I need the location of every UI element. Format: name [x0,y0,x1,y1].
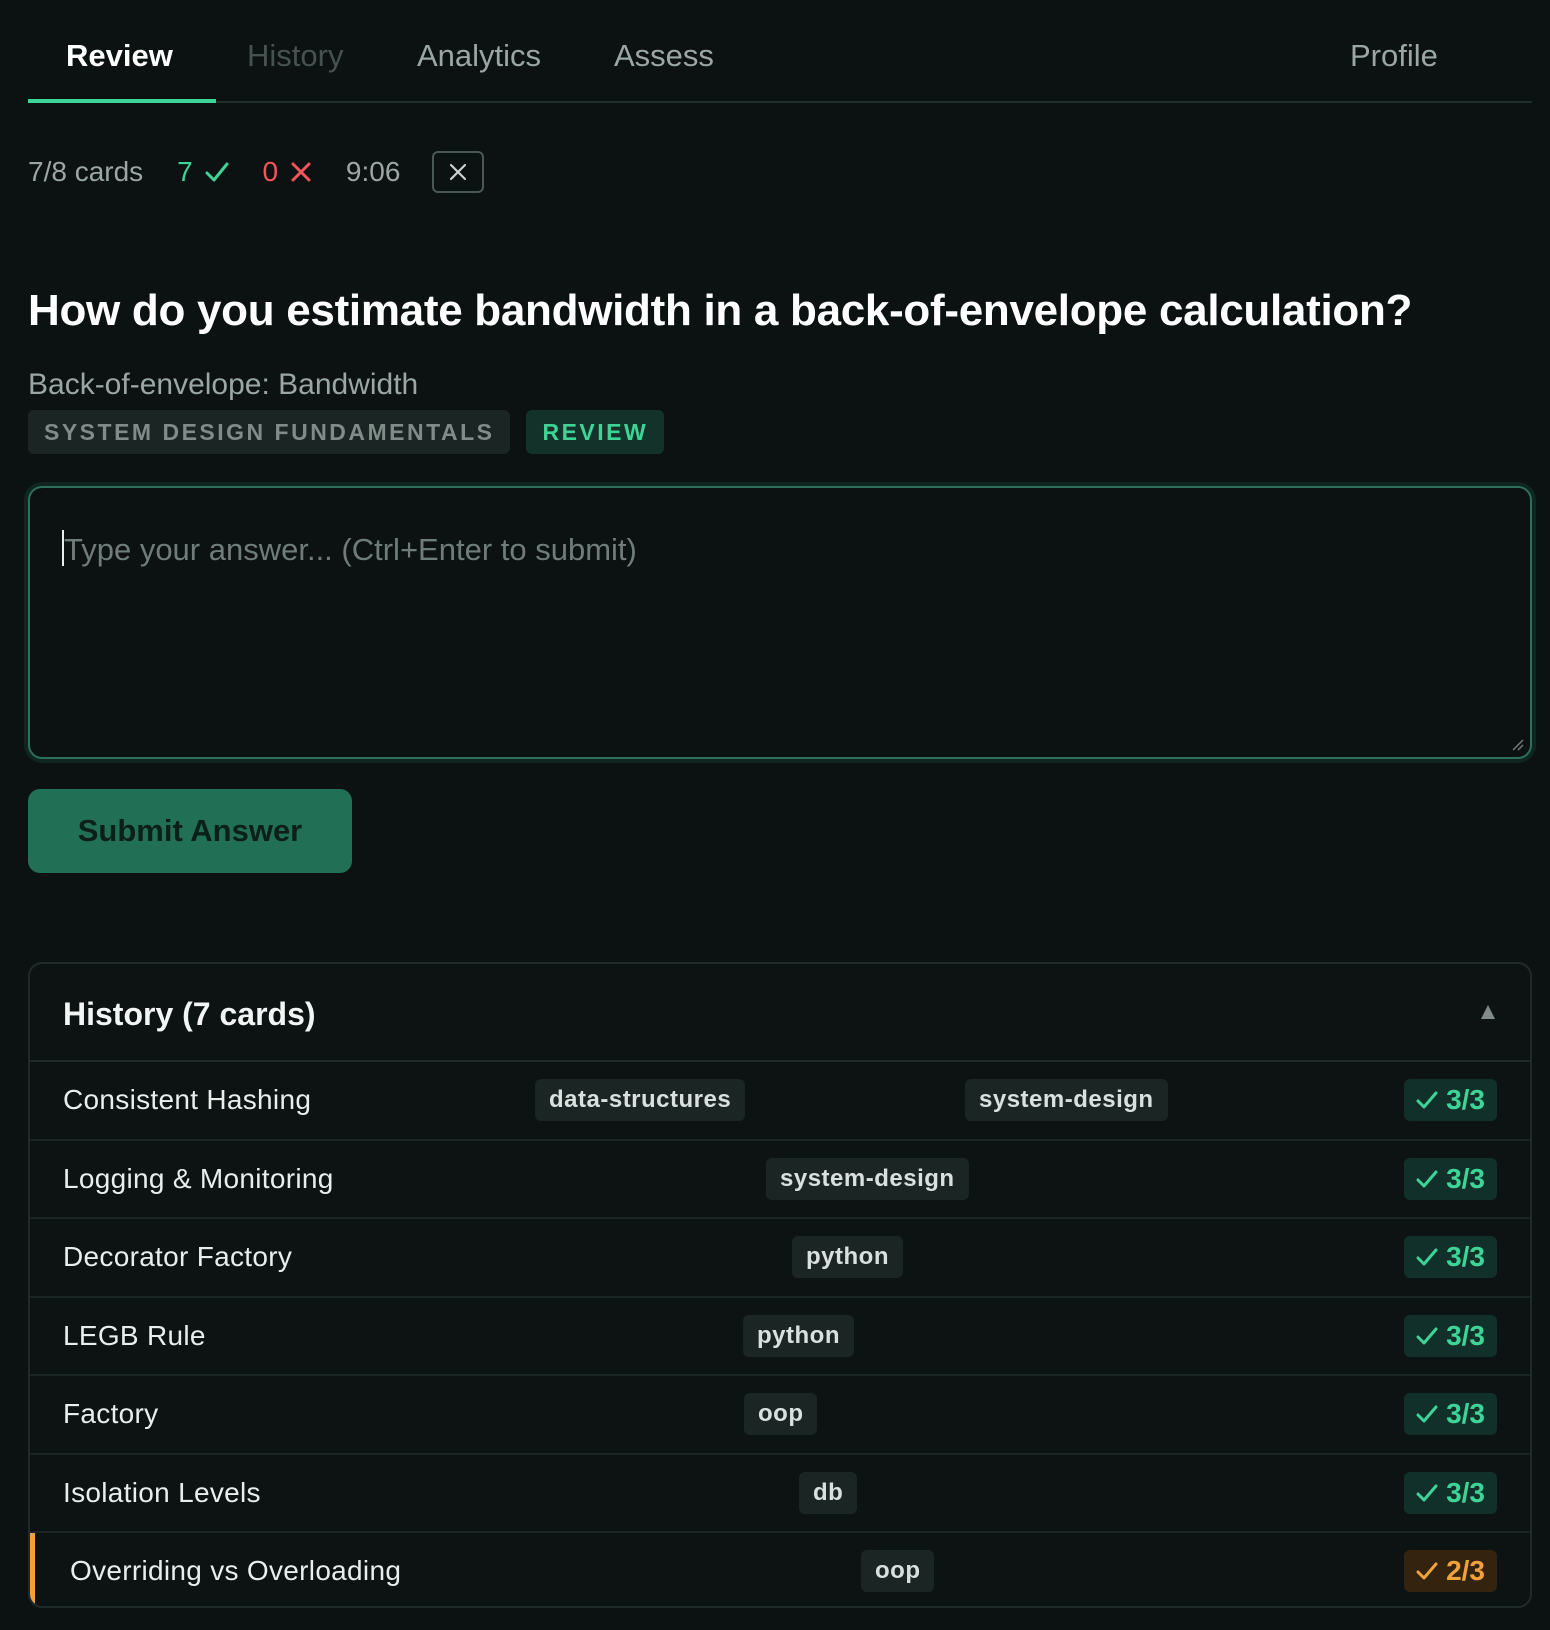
triangle-up-icon[interactable] [1480,1004,1496,1020]
history-row[interactable]: Factory oop 3/3 [30,1376,1530,1455]
check-icon [1416,1170,1438,1187]
wrong-count: 0 [263,156,312,188]
card-subtitle: Back-of-envelope: Bandwidth [28,368,419,401]
end-session-button[interactable] [432,151,485,193]
score-badge: 3/3 [1404,1157,1497,1200]
session-timer: 9:06 [345,156,401,187]
score-value: 2/3 [1446,1555,1485,1586]
mode-badge: REVIEW [526,410,665,454]
check-icon [1416,1484,1438,1501]
resize-grip-icon[interactable] [1510,737,1524,751]
history-row[interactable]: Isolation Levels db 3/3 [30,1455,1530,1533]
check-icon [1416,1327,1438,1344]
check-icon [1416,1562,1438,1580]
check-icon [1416,1248,1438,1266]
active-tab-indicator [28,99,216,103]
tab-profile[interactable]: Profile [1350,38,1438,74]
history-title: History (7 cards) [63,996,316,1032]
review-page: Review History Analytics Assess Profile … [0,0,1550,1630]
x-icon [291,162,311,182]
score-badge: 3/3 [1404,1079,1497,1121]
submit-answer-button[interactable]: Submit Answer [28,789,352,873]
score-badge: 3/3 [1404,1393,1497,1435]
tag: db [799,1471,858,1514]
score-badge: 3/3 [1404,1314,1497,1357]
correct-count: 7 [177,156,229,188]
history-row-title: LEGB Rule [63,1319,206,1351]
score-value: 3/3 [1446,1162,1485,1194]
tag: oop [744,1393,818,1435]
score-value: 3/3 [1446,1084,1485,1115]
topic-badge: SYSTEM DESIGN FUNDAMENTALS [28,410,511,454]
history-row-title: Logging & Monitoring [63,1162,334,1194]
history-row[interactable]: Logging & Monitoring system-design 3/3 [30,1141,1530,1219]
history-row[interactable]: Decorator Factory python 3/3 [30,1219,1530,1298]
score-badge: 3/3 [1404,1236,1497,1278]
check-icon [1416,1091,1438,1109]
correct-count-value: 7 [177,156,193,187]
tag: data-structures [535,1079,746,1121]
tab-bar: Review History Analytics Assess Profile [28,0,1532,103]
check-icon [205,162,229,182]
history-row-title: Overriding vs Overloading [70,1555,402,1586]
history-row-title: Consistent Hashing [63,1084,312,1115]
score-badge: 2/3 [1404,1550,1497,1592]
score-badge: 3/3 [1404,1471,1497,1514]
score-value: 3/3 [1446,1319,1485,1351]
history-row[interactable]: LEGB Rule python 3/3 [30,1298,1530,1376]
answer-textarea[interactable]: Type your answer... (Ctrl+Enter to submi… [28,486,1532,759]
answer-placeholder: Type your answer... (Ctrl+Enter to submi… [64,532,637,567]
tag: python [743,1314,854,1357]
tab-history[interactable]: History [247,38,343,74]
score-value: 3/3 [1446,1398,1485,1429]
history-row[interactable]: Overriding vs Overloading oop 2/3 [30,1533,1530,1606]
question-text: How do you estimate bandwidth in a back-… [28,286,1413,335]
tag: system-design [965,1079,1168,1121]
history-row[interactable]: Consistent Hashing data-structures syste… [30,1062,1530,1141]
check-icon [1416,1405,1438,1423]
card-badges: SYSTEM DESIGN FUNDAMENTALS REVIEW [28,410,665,454]
tag: python [792,1236,903,1278]
history-row-title: Isolation Levels [63,1476,261,1508]
score-value: 3/3 [1446,1241,1485,1272]
tab-review[interactable]: Review [66,38,173,74]
history-row-title: Factory [63,1398,159,1429]
cards-progress: 7/8 cards [28,156,144,187]
history-panel: History (7 cards) Consistent Hashing dat… [28,962,1532,1608]
tag: oop [861,1550,935,1592]
close-icon [450,163,467,181]
history-header[interactable]: History (7 cards) [30,964,1530,1062]
tag: system-design [766,1157,969,1200]
wrong-count-value: 0 [262,156,279,187]
tab-assess[interactable]: Assess [614,38,714,74]
history-row-title: Decorator Factory [63,1241,293,1272]
session-stats: 7/8 cards 7 0 9:06 [28,150,485,194]
tab-analytics[interactable]: Analytics [417,38,541,74]
score-value: 3/3 [1446,1476,1485,1508]
